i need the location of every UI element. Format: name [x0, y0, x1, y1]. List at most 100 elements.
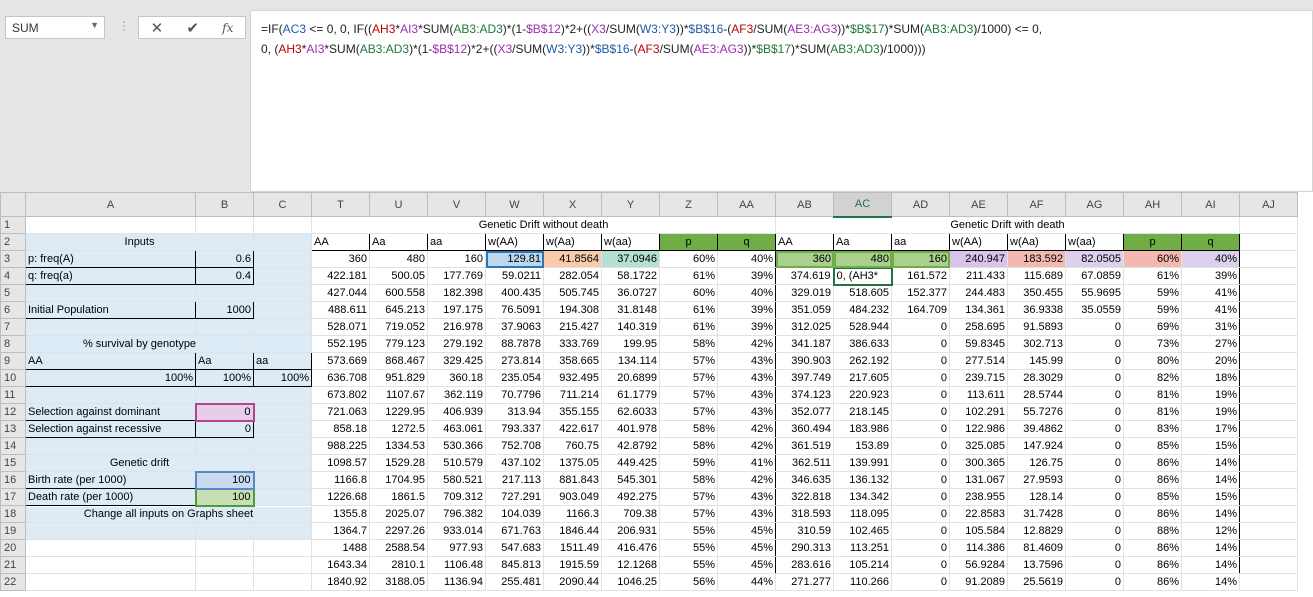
data-cell[interactable]: 484.232: [833, 301, 892, 319]
data-cell[interactable]: 58%: [659, 335, 718, 353]
data-cell[interactable]: 360: [775, 250, 834, 268]
data-cell[interactable]: 1098.57: [311, 454, 370, 472]
data-cell[interactable]: 2090.44: [543, 573, 602, 591]
data-cell[interactable]: 215.427: [543, 318, 602, 336]
data-cell[interactable]: 279.192: [427, 335, 486, 353]
data-cell[interactable]: 41%: [1181, 301, 1240, 319]
data-cell[interactable]: 528.071: [311, 318, 370, 336]
data-cell[interactable]: 55%: [659, 522, 718, 540]
data-cell[interactable]: 0: [891, 556, 950, 574]
data-cell[interactable]: 211.433: [949, 267, 1008, 285]
header-without-w(Aa)[interactable]: w(Aa): [543, 233, 602, 251]
data-cell[interactable]: 59.8345: [949, 335, 1008, 353]
birth-rate-label[interactable]: Birth rate (per 1000): [25, 471, 196, 489]
column-header-aj[interactable]: AJ: [1239, 192, 1298, 217]
row-header[interactable]: 9: [0, 352, 26, 370]
data-cell[interactable]: 45%: [717, 556, 776, 574]
data-cell[interactable]: 14%: [1181, 573, 1240, 591]
data-cell[interactable]: 0: [891, 420, 950, 438]
data-cell[interactable]: 449.425: [601, 454, 660, 472]
data-cell[interactable]: 56%: [659, 573, 718, 591]
data-cell[interactable]: 779.123: [369, 335, 428, 353]
data-cell[interactable]: 239.715: [949, 369, 1008, 387]
data-cell[interactable]: 59%: [1123, 301, 1182, 319]
data-cell[interactable]: 1046.25: [601, 573, 660, 591]
header-with-Aa[interactable]: Aa: [833, 233, 892, 251]
data-cell[interactable]: 41%: [1181, 284, 1240, 302]
data-cell[interactable]: 240.947: [949, 250, 1008, 268]
data-cell[interactable]: 43%: [717, 386, 776, 404]
cell-aj[interactable]: [1239, 539, 1298, 557]
data-cell[interactable]: 0: [1065, 488, 1124, 506]
cell-c22[interactable]: [253, 573, 312, 591]
data-cell[interactable]: 61%: [659, 267, 718, 285]
data-cell[interactable]: 1704.95: [369, 471, 428, 489]
data-cell[interactable]: 14%: [1181, 556, 1240, 574]
header-without-p[interactable]: p: [659, 233, 718, 251]
data-cell[interactable]: 1529.28: [369, 454, 428, 472]
survival-aa[interactable]: 100%: [253, 369, 312, 387]
column-header-ac[interactable]: AC: [833, 192, 892, 218]
data-cell[interactable]: 73%: [1123, 335, 1182, 353]
row-header[interactable]: 6: [0, 301, 26, 319]
column-header-x[interactable]: X: [543, 192, 602, 217]
cell-aj[interactable]: [1239, 369, 1298, 387]
data-cell[interactable]: 152.377: [891, 284, 950, 302]
data-cell[interactable]: 57%: [659, 403, 718, 421]
header-without-w(aa)[interactable]: w(aa): [601, 233, 660, 251]
header-with-p[interactable]: p: [1123, 233, 1182, 251]
data-cell[interactable]: 134.342: [833, 488, 892, 506]
data-cell[interactable]: 88.7878: [485, 335, 544, 353]
data-cell[interactable]: 0: [891, 403, 950, 421]
data-cell[interactable]: 70.7796: [485, 386, 544, 404]
data-cell[interactable]: 845.813: [485, 556, 544, 574]
row-header[interactable]: 18: [0, 505, 26, 523]
genotype-aa-rec-label[interactable]: aa: [253, 352, 312, 370]
data-cell[interactable]: 40%: [1181, 250, 1240, 268]
data-cell[interactable]: 43%: [717, 352, 776, 370]
data-cell[interactable]: 573.669: [311, 352, 370, 370]
data-cell[interactable]: 147.924: [1007, 437, 1066, 455]
cell-c8[interactable]: [253, 335, 312, 353]
data-cell[interactable]: 81%: [1123, 403, 1182, 421]
data-cell[interactable]: 760.75: [543, 437, 602, 455]
data-cell[interactable]: 360.494: [775, 420, 834, 438]
cell-b21[interactable]: [195, 556, 254, 574]
data-cell[interactable]: 0: [1065, 573, 1124, 591]
column-header-ai[interactable]: AI: [1181, 192, 1240, 217]
column-header-z[interactable]: Z: [659, 192, 718, 217]
data-cell[interactable]: 115.689: [1007, 267, 1066, 285]
cell-c5[interactable]: [253, 284, 312, 302]
data-cell[interactable]: 218.145: [833, 403, 892, 421]
data-cell[interactable]: 2810.1: [369, 556, 428, 574]
section-title-with-death[interactable]: Genetic Drift with death: [775, 216, 1240, 234]
column-header-aa[interactable]: AA: [717, 192, 776, 217]
cell-aj[interactable]: [1239, 335, 1298, 353]
data-cell[interactable]: 1136.94: [427, 573, 486, 591]
data-cell[interactable]: 1166.3: [543, 505, 602, 523]
survival-AA[interactable]: 100%: [25, 369, 196, 387]
data-cell[interactable]: 60%: [659, 250, 718, 268]
data-cell[interactable]: 636.708: [311, 369, 370, 387]
data-cell[interactable]: 0: [1065, 539, 1124, 557]
data-cell[interactable]: 0: [891, 488, 950, 506]
data-cell[interactable]: 1846.44: [543, 522, 602, 540]
cell-aj22[interactable]: [1239, 573, 1298, 591]
cell-a20[interactable]: [25, 539, 196, 557]
header-without-w(AA)[interactable]: w(AA): [485, 233, 544, 251]
data-cell[interactable]: 255.481: [485, 573, 544, 591]
data-cell[interactable]: 83%: [1123, 420, 1182, 438]
header-without-aa[interactable]: aa: [427, 233, 486, 251]
cell-aj[interactable]: [1239, 284, 1298, 302]
data-cell[interactable]: 0: [1065, 505, 1124, 523]
cell-b19[interactable]: [195, 522, 254, 540]
data-cell[interactable]: 197.175: [427, 301, 486, 319]
data-cell[interactable]: 390.903: [775, 352, 834, 370]
column-header-b[interactable]: B: [195, 192, 254, 217]
cell-c15[interactable]: [253, 454, 312, 472]
data-cell[interactable]: 528.944: [833, 318, 892, 336]
data-cell[interactable]: 1226.68: [311, 488, 370, 506]
data-cell[interactable]: 39%: [717, 301, 776, 319]
data-cell[interactable]: 57%: [659, 352, 718, 370]
editing-cell[interactable]: 0, (AH3*: [832, 266, 893, 286]
